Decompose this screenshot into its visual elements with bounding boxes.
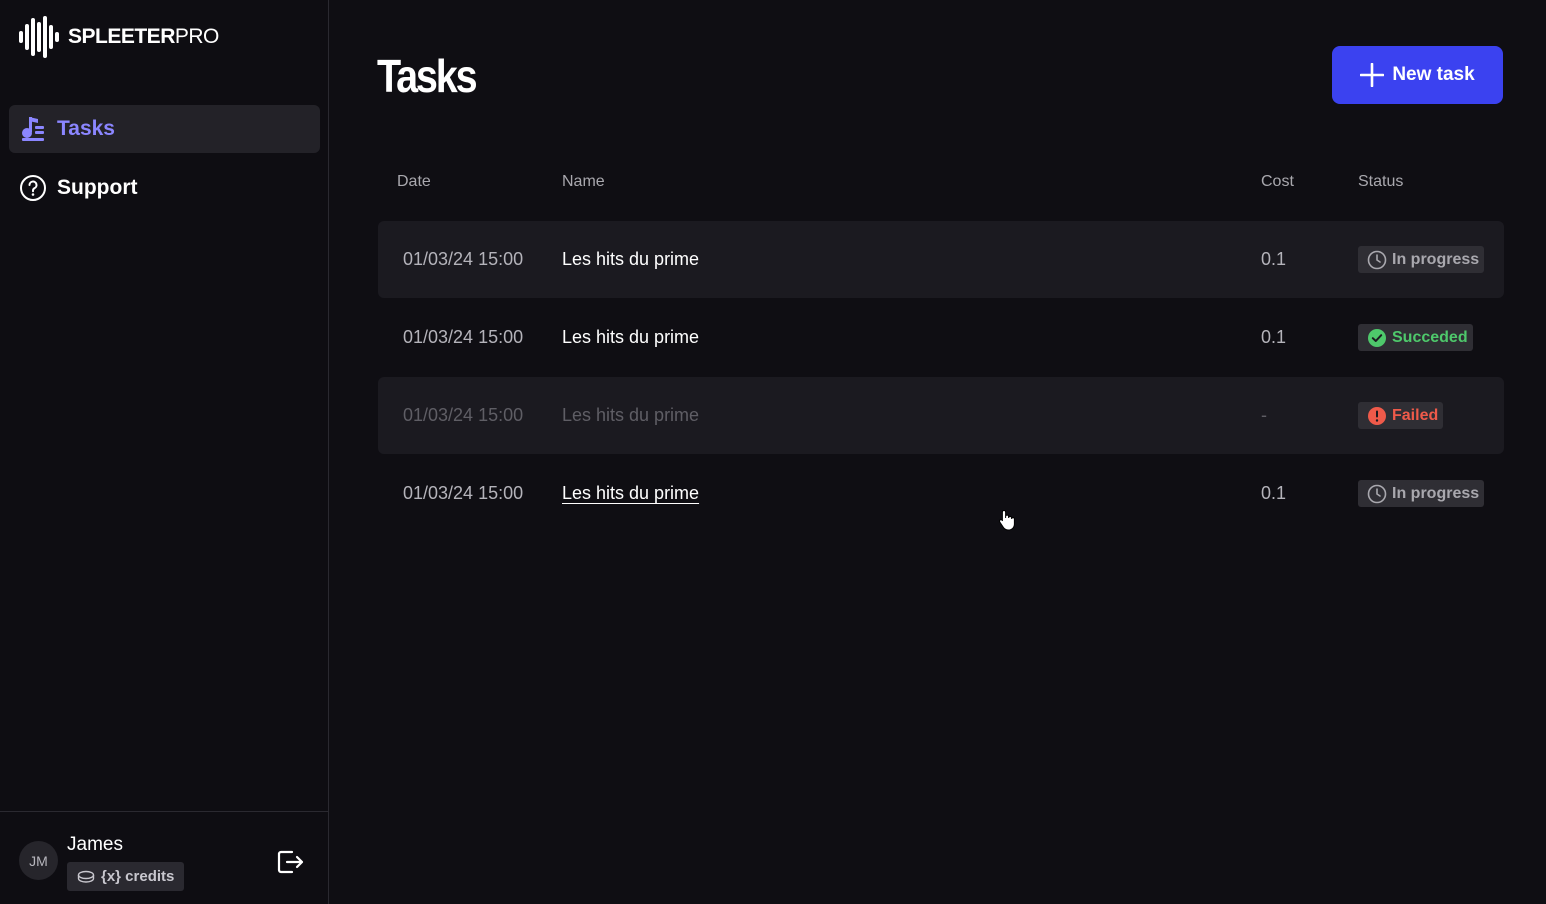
brand-light: PRO (174, 25, 220, 48)
task-date: 01/03/24 15:00 (403, 327, 524, 347)
app-logo[interactable]: SPLEETERPRO (18, 16, 219, 58)
status-label: In progress (1392, 484, 1480, 502)
avatar[interactable]: JM (19, 841, 58, 880)
status-badge: In progress (1358, 480, 1485, 507)
alert-circle-icon (1367, 406, 1387, 426)
clock-icon (1367, 484, 1387, 504)
task-status: In progress (1358, 221, 1485, 298)
table-row[interactable]: 01/03/24 15:00 Les hits du prime 0.1 In … (378, 221, 1504, 298)
table-row[interactable]: 01/03/24 15:00 Les hits du prime - Faile… (378, 377, 1504, 454)
task-name[interactable]: Les hits du prime (562, 483, 699, 504)
main-content: Tasks New task Date Name Cost Status 01/… (329, 0, 1546, 904)
sidebar-item-label: Tasks (57, 117, 115, 140)
task-date: 01/03/24 15:00 (403, 483, 524, 503)
user-panel: JM James {x} credits (0, 811, 328, 904)
check-circle-icon (1367, 328, 1387, 348)
credits-badge: {x} credits (67, 862, 185, 891)
column-header-cost: Cost (1261, 173, 1294, 190)
column-header-name: Name (562, 173, 605, 190)
task-status: Succeded (1358, 299, 1473, 376)
logout-button[interactable] (274, 846, 306, 878)
status-badge: In progress (1358, 246, 1485, 273)
task-status: In progress (1358, 455, 1485, 532)
waveform-logo-icon (19, 16, 59, 58)
coin-icon (77, 870, 95, 884)
task-name-link[interactable]: Les hits du prime (562, 455, 699, 532)
sidebar: SPLEETERPRO Tasks Support JM James {x} c… (0, 0, 329, 904)
plus-icon (1360, 63, 1385, 87)
task-date: 01/03/24 15:00 (403, 249, 524, 269)
status-badge: Failed (1358, 402, 1444, 429)
sidebar-item-tasks[interactable]: Tasks (9, 105, 320, 153)
music-list-icon (19, 115, 47, 143)
status-badge: Succeded (1358, 324, 1473, 351)
user-name: James (67, 834, 123, 855)
task-cost: 0.1 (1261, 249, 1287, 269)
task-cost: 0.1 (1261, 327, 1287, 347)
task-name[interactable]: Les hits du prime (562, 221, 699, 298)
hand-pointer-cursor-icon (998, 509, 1016, 536)
sidebar-item-label: Support (57, 176, 138, 199)
table-row[interactable]: 01/03/24 15:00 Les hits du prime 0.1 In … (378, 455, 1504, 532)
column-header-status: Status (1358, 173, 1404, 190)
brand-name: SPLEETERPRO (68, 25, 219, 49)
clock-icon (1367, 250, 1387, 270)
task-name[interactable]: Les hits du prime (562, 377, 699, 454)
new-task-label: New task (1392, 64, 1475, 85)
task-date: 01/03/24 15:00 (403, 405, 524, 425)
status-label: Succeded (1392, 328, 1468, 346)
status-label: Failed (1392, 406, 1439, 424)
task-cost: 0.1 (1261, 483, 1287, 503)
credits-label: {x} credits (101, 868, 175, 885)
new-task-button[interactable]: New task (1332, 46, 1503, 104)
page-title: Tasks (377, 50, 478, 102)
status-label: In progress (1392, 250, 1480, 268)
column-header-date: Date (397, 173, 431, 190)
task-status: Failed (1358, 377, 1444, 454)
task-cost: - (1261, 405, 1267, 425)
task-name[interactable]: Les hits du prime (562, 299, 699, 376)
logout-icon (277, 850, 304, 874)
help-circle-icon (19, 174, 47, 202)
sidebar-item-support[interactable]: Support (9, 164, 320, 212)
brand-bold: SPLEETER (68, 25, 175, 48)
table-row[interactable]: 01/03/24 15:00 Les hits du prime 0.1 Suc… (378, 299, 1504, 376)
